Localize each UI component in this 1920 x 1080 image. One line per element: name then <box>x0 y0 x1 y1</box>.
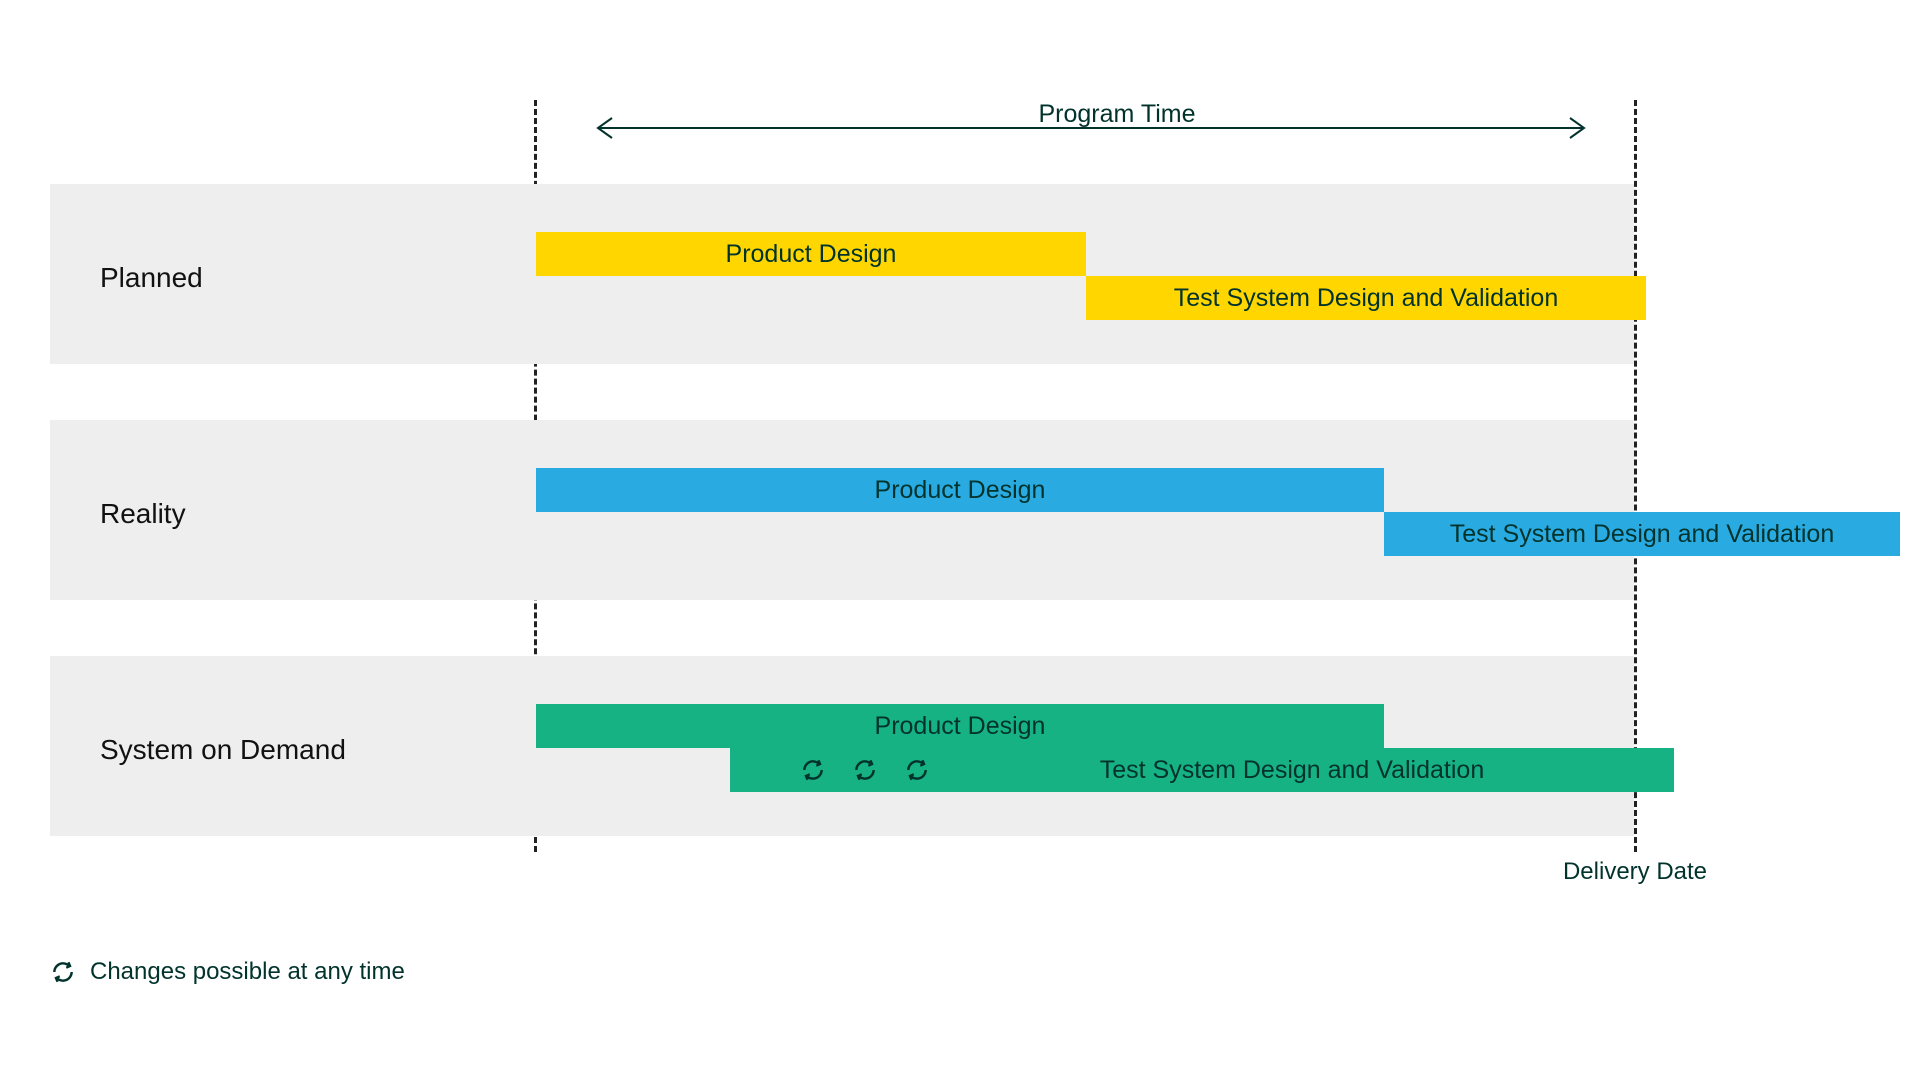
refresh-icon <box>50 959 76 985</box>
bar-label: Test System Design and Validation <box>1100 756 1484 785</box>
delivery-date-label: Delivery Date <box>1560 858 1710 886</box>
bar-sod-product-design: Product Design <box>536 704 1384 748</box>
refresh-icon <box>904 757 930 783</box>
legend-text: Changes possible at any time <box>90 958 405 986</box>
row-label-sod: System on Demand <box>100 734 346 766</box>
row-label-planned: Planned <box>100 262 203 294</box>
program-time-arrow <box>586 116 1596 140</box>
row-label-reality: Reality <box>100 498 186 530</box>
bar-sod-test: Test System Design and Validation <box>730 748 1674 792</box>
bar-label: Product Design <box>726 240 897 269</box>
legend: Changes possible at any time <box>50 958 405 986</box>
refresh-icon-group <box>800 757 930 783</box>
refresh-icon <box>800 757 826 783</box>
bar-reality-product-design: Product Design <box>536 468 1384 512</box>
bar-planned-test: Test System Design and Validation <box>1086 276 1646 320</box>
refresh-icon <box>852 757 878 783</box>
bar-label: Product Design <box>875 712 1046 741</box>
bar-planned-product-design: Product Design <box>536 232 1086 276</box>
ref-line-delivery <box>1634 100 1637 852</box>
bar-label: Test System Design and Validation <box>1174 284 1558 313</box>
bar-reality-test: Test System Design and Validation <box>1384 512 1900 556</box>
bar-label: Product Design <box>875 476 1046 505</box>
chart-canvas: Program Time Planned Reality System on D… <box>0 0 1920 1080</box>
bar-label: Test System Design and Validation <box>1450 520 1834 549</box>
